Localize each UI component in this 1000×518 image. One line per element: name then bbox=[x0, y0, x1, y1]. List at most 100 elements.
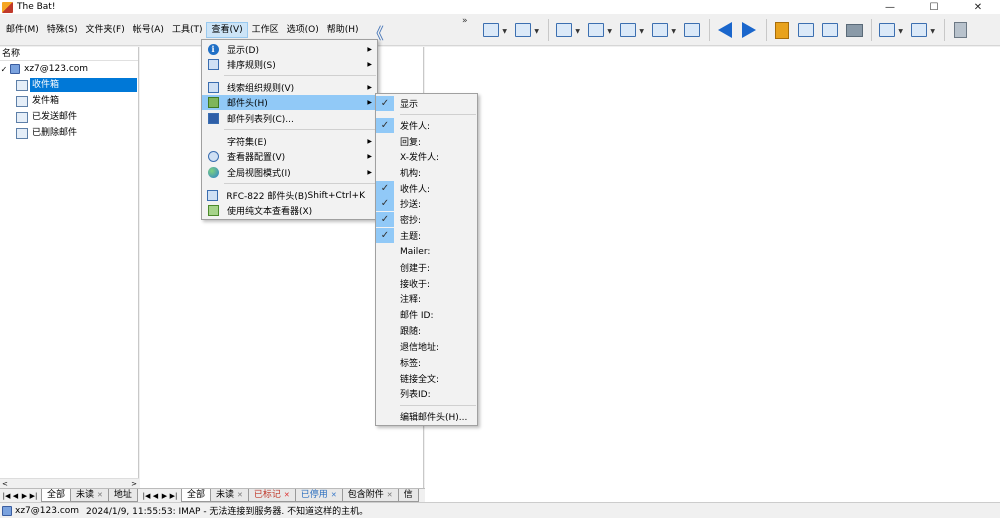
tab-next-icon[interactable]: ▶ bbox=[160, 492, 169, 500]
toolbar-overflow-icon[interactable]: » bbox=[462, 16, 468, 26]
header-item-tags[interactable]: 标签: bbox=[376, 355, 477, 370]
tab-parked[interactable]: 已停用 ✕ bbox=[294, 489, 343, 502]
tab-all[interactable]: 全部 bbox=[181, 489, 212, 502]
preview-panel[interactable] bbox=[425, 47, 1000, 502]
forward-button[interactable]: ▼ bbox=[649, 19, 676, 41]
header-item-to[interactable]: ✓ 收件人: bbox=[376, 181, 477, 196]
tab-next-icon[interactable]: ▶ bbox=[20, 492, 29, 500]
header-item-bcc[interactable]: ✓ 密抄: bbox=[376, 212, 477, 227]
move-to-folder-button[interactable]: ▼ bbox=[876, 19, 903, 41]
menu-item-plain-text[interactable]: 使用纯文本查看器(X) bbox=[202, 203, 377, 218]
menu-item-rfc822[interactable]: RFC-822 邮件头(B) Shift+Ctrl+K bbox=[202, 188, 377, 203]
menu-special[interactable]: 特殊(S) bbox=[43, 22, 82, 38]
header-item-x-sender[interactable]: X-发件人: bbox=[376, 149, 477, 164]
tab-label: 已标记 bbox=[253, 489, 281, 500]
close-icon[interactable]: ✕ bbox=[387, 489, 393, 502]
header-item-organization[interactable]: 机构: bbox=[376, 165, 477, 180]
header-item-comment[interactable]: 注释: bbox=[376, 291, 477, 306]
account-row[interactable]: ✓ xz7@123.com bbox=[0, 61, 138, 77]
save-message-button[interactable] bbox=[819, 19, 841, 41]
close-icon[interactable]: ✕ bbox=[237, 489, 243, 502]
horizontal-scrollbar[interactable]: < > bbox=[0, 478, 139, 488]
tab-unread[interactable]: 未读 ✕ bbox=[70, 489, 109, 502]
menu-workspace[interactable]: 工作区 bbox=[248, 22, 283, 38]
tab-flagged[interactable]: 已标记 ✕ bbox=[247, 489, 296, 502]
minimize-button[interactable]: — bbox=[868, 0, 912, 14]
menu-item-global-view[interactable]: 全局视图模式(I) ▶ bbox=[202, 165, 377, 180]
tab-all[interactable]: 全部 bbox=[41, 489, 72, 502]
tab-prev-icon[interactable]: ◀ bbox=[151, 492, 160, 500]
tab-first-icon[interactable]: |◀ bbox=[2, 492, 11, 500]
tab-attachments[interactable]: 包含附件 ✕ bbox=[341, 489, 399, 502]
close-button[interactable]: ✕ bbox=[956, 0, 1000, 14]
get-mail-button[interactable]: ▼ bbox=[480, 19, 507, 41]
header-item-message-id[interactable]: 邮件 ID: bbox=[376, 307, 477, 322]
new-message-button[interactable]: ▼ bbox=[553, 19, 580, 41]
menu-account[interactable]: 帐号(A) bbox=[129, 22, 168, 38]
menu-view[interactable]: 查看(V) bbox=[206, 22, 248, 38]
tab-last-icon[interactable]: ▶| bbox=[169, 492, 178, 500]
folder-inbox[interactable]: 收件箱 bbox=[0, 77, 138, 93]
maximize-button[interactable]: ☐ bbox=[912, 0, 956, 14]
copy-to-folder-button[interactable]: ▼ bbox=[908, 19, 935, 41]
menu-item-display[interactable]: i 显示(D) ▶ bbox=[202, 42, 377, 57]
folder-sent[interactable]: 已发送邮件 bbox=[0, 109, 138, 125]
menu-item-headers[interactable]: 邮件头(H) ▶ bbox=[202, 95, 377, 110]
header-item-created[interactable]: 创建于: bbox=[376, 260, 477, 275]
header-item-mailer[interactable]: Mailer: bbox=[376, 244, 477, 259]
window-title: The Bat! bbox=[17, 2, 56, 12]
next-message-button[interactable] bbox=[738, 19, 760, 41]
toolbar-separator bbox=[944, 19, 945, 41]
header-item-cc[interactable]: ✓ 抄送: bbox=[376, 196, 477, 211]
chevron-down-icon[interactable]: ✓ bbox=[0, 65, 8, 74]
tab-label: 包含附件 bbox=[347, 489, 384, 500]
header-item-followup[interactable]: 跟随: bbox=[376, 323, 477, 338]
header-item-list-id[interactable]: 列表ID: bbox=[376, 386, 477, 401]
menu-item-list-columns[interactable]: 邮件列表列(C)... bbox=[202, 111, 377, 126]
previous-message-button[interactable] bbox=[714, 19, 736, 41]
tab-unread[interactable]: 未读 ✕ bbox=[210, 489, 249, 502]
rfc-icon bbox=[207, 190, 219, 201]
checkmark-icon: ✓ bbox=[376, 96, 394, 111]
header-item-from[interactable]: ✓ 发件人: bbox=[376, 118, 477, 133]
header-item-show[interactable]: ✓ 显示 bbox=[376, 96, 477, 111]
close-icon[interactable]: ✕ bbox=[331, 489, 337, 502]
address-book-button[interactable] bbox=[771, 19, 793, 41]
close-icon[interactable]: ✕ bbox=[97, 489, 103, 502]
header-item-subject[interactable]: ✓ 主题: bbox=[376, 228, 477, 243]
delete-button[interactable] bbox=[949, 19, 971, 41]
menu-options[interactable]: 选项(O) bbox=[283, 22, 323, 38]
menu-item-viewer-config[interactable]: 查看器配置(V) ▶ bbox=[202, 149, 377, 164]
reply-button[interactable]: ▼ bbox=[585, 19, 612, 41]
reply-all-button[interactable]: ▼ bbox=[617, 19, 644, 41]
menu-item-charset[interactable]: 字符集(E) ▶ bbox=[202, 134, 377, 149]
move-folder-icon bbox=[879, 23, 895, 37]
menu-item-label: 主题: bbox=[400, 232, 422, 242]
tab-prev-icon[interactable]: ◀ bbox=[11, 492, 20, 500]
menu-tools[interactable]: 工具(T) bbox=[168, 22, 207, 38]
toolbar-separator bbox=[709, 19, 710, 41]
header-item-edit-headers[interactable]: 编辑邮件头(H)... bbox=[376, 409, 477, 424]
folder-trash[interactable]: 已删除邮件 bbox=[0, 125, 138, 141]
menu-help[interactable]: 帮助(H) bbox=[323, 22, 363, 38]
find-button[interactable] bbox=[795, 19, 817, 41]
menu-item-sort-rules[interactable]: 排序规则(S) ▶ bbox=[202, 57, 377, 72]
tab-address[interactable]: 地址 bbox=[107, 489, 138, 502]
menu-folder[interactable]: 文件夹(F) bbox=[82, 22, 129, 38]
redirect-button[interactable] bbox=[681, 19, 703, 41]
menu-item-thread-rules[interactable]: 线索组织规则(V) ▶ bbox=[202, 80, 377, 95]
send-mail-button[interactable]: ▼ bbox=[512, 19, 539, 41]
header-item-link-full[interactable]: 链接全文: bbox=[376, 371, 477, 386]
tab-last-icon[interactable]: ▶| bbox=[29, 492, 38, 500]
arrow-right-icon bbox=[742, 22, 756, 38]
save-envelope-icon bbox=[822, 23, 838, 37]
header-item-reply-to[interactable]: 回复: bbox=[376, 134, 477, 149]
folder-outbox[interactable]: 发件箱 bbox=[0, 93, 138, 109]
tab-letters[interactable]: 信 bbox=[397, 489, 419, 502]
header-item-received[interactable]: 接收于: bbox=[376, 276, 477, 291]
tab-first-icon[interactable]: |◀ bbox=[142, 492, 151, 500]
close-icon[interactable]: ✕ bbox=[284, 489, 290, 502]
header-item-return-path[interactable]: 退信地址: bbox=[376, 339, 477, 354]
menu-mail[interactable]: 邮件(M) bbox=[2, 22, 43, 38]
print-button[interactable] bbox=[843, 19, 865, 41]
